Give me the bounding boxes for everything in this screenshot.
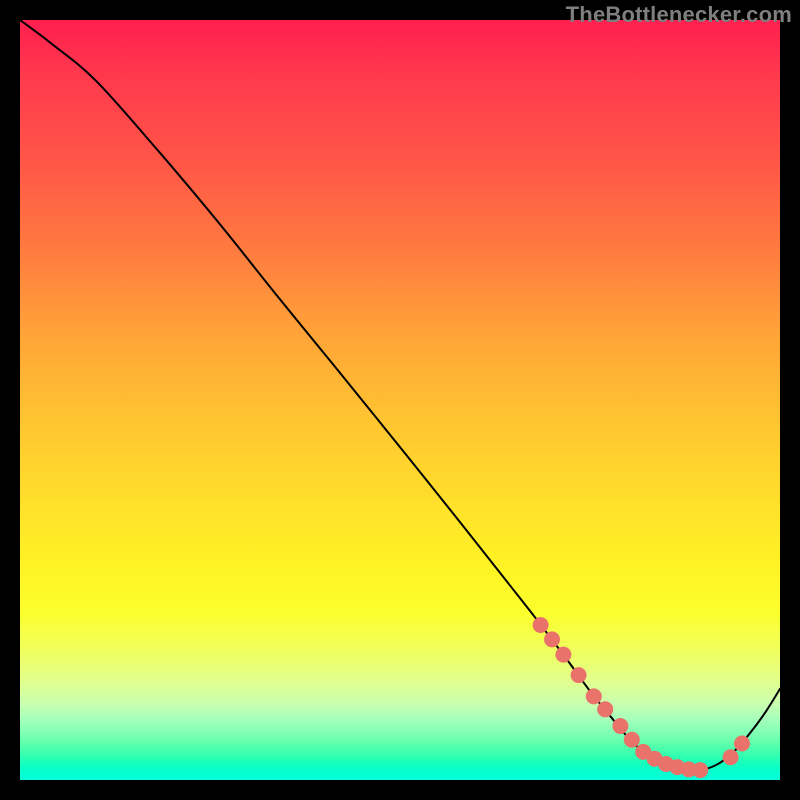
data-point <box>555 647 571 663</box>
data-points-layer <box>533 617 750 778</box>
data-point <box>597 701 613 717</box>
chart-svg <box>0 0 800 800</box>
data-point <box>586 688 602 704</box>
data-point <box>723 749 739 765</box>
data-point <box>734 736 750 752</box>
bottleneck-curve <box>20 20 780 770</box>
data-point <box>692 762 708 778</box>
data-point <box>544 631 560 647</box>
data-point <box>533 617 549 633</box>
curve-layer <box>20 20 780 770</box>
watermark-text: TheBottlenecker.com <box>566 2 792 28</box>
chart-frame: TheBottlenecker.com <box>0 0 800 800</box>
data-point <box>624 732 640 748</box>
data-point <box>612 718 628 734</box>
data-point <box>571 667 587 683</box>
